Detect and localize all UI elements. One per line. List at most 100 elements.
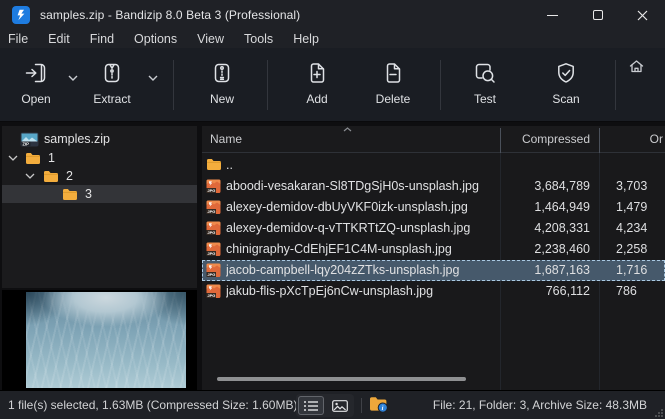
file-compressed-size: 1,687,163: [442, 260, 590, 281]
svg-text:JPG: JPG: [207, 251, 215, 256]
home-button[interactable]: [628, 58, 648, 78]
test-button[interactable]: Test: [455, 58, 515, 116]
file-original-size: 4,234: [616, 218, 665, 239]
new-archive-icon: [209, 58, 235, 88]
extract-button[interactable]: Extract: [84, 58, 140, 116]
file-row[interactable]: JPG alexey-demidov-dbUyVKF0izk-unsplash.…: [202, 197, 665, 218]
extract-icon: [99, 58, 125, 88]
folder-tree-panel: ZIP samples.zip 1 2: [2, 126, 197, 288]
titlebar: samples.zip - Bandizip 8.0 Beta 3 (Profe…: [0, 0, 665, 30]
list-view-icon: [303, 400, 319, 412]
maximize-button[interactable]: [575, 0, 620, 30]
file-original-size: 786: [616, 281, 665, 302]
file-compressed-size: 766,112: [442, 281, 590, 302]
file-name: jakub-flis-pXcTpEj6nCw-unsplash.jpg: [226, 281, 433, 302]
svg-text:JPG: JPG: [207, 293, 215, 298]
tree-item-label: samples.zip: [44, 132, 110, 146]
preview-image: [26, 292, 186, 388]
menu-options[interactable]: Options: [124, 30, 187, 48]
jpg-file-icon: JPG: [206, 242, 221, 257]
toolbar-separator: [267, 60, 268, 110]
tree-item-label: 2: [66, 169, 73, 183]
menu-tools[interactable]: Tools: [234, 30, 283, 48]
folder-properties-button[interactable]: i: [369, 396, 388, 413]
selection-info: 1 file(s) selected, 1.63MB (Compressed S…: [8, 391, 296, 419]
jpg-file-icon: JPG: [206, 263, 221, 278]
folder-icon: [43, 170, 59, 183]
jpg-file-icon: JPG: [206, 200, 221, 215]
column-divider[interactable]: [500, 128, 501, 153]
new-archive-button[interactable]: New: [192, 58, 252, 116]
tree-item-folder-2[interactable]: 2: [2, 167, 197, 185]
file-name: alexey-demidov-dbUyVKF0izk-unsplash.jpg: [226, 197, 468, 218]
file-compressed-size: 3,684,789: [442, 176, 590, 197]
tree-item-folder-1[interactable]: 1: [2, 149, 197, 167]
scan-button[interactable]: Scan: [536, 58, 596, 116]
column-divider[interactable]: [599, 128, 600, 153]
horizontal-scrollbar-thumb[interactable]: [217, 377, 466, 381]
image-view-button[interactable]: [327, 396, 353, 415]
add-file-icon: [304, 58, 330, 88]
scan-button-label: Scan: [552, 92, 579, 106]
tree-item-label: 3: [85, 187, 92, 201]
svg-text:ZIP: ZIP: [22, 141, 29, 146]
list-view-button[interactable]: [298, 396, 324, 415]
file-compressed-size: 4,208,331: [442, 218, 590, 239]
test-archive-icon: [472, 58, 498, 88]
svg-text:i: i: [382, 405, 384, 412]
file-compressed-size: 2,238,460: [442, 239, 590, 260]
file-row[interactable]: JPG aboodi-vesakaran-Sl8TDgSjH0s-unsplas…: [202, 176, 665, 197]
file-row[interactable]: JPG alexey-demidov-q-vTTKRTtZQ-unsplash.…: [202, 218, 665, 239]
file-original-size: 1,716: [616, 260, 665, 281]
file-original-size: 1,479: [616, 197, 665, 218]
minimize-button[interactable]: [530, 0, 575, 30]
menu-help[interactable]: Help: [283, 30, 329, 48]
column-header-compressed[interactable]: Compressed: [442, 126, 590, 153]
file-original-size: 3,703: [616, 176, 665, 197]
menu-edit[interactable]: Edit: [38, 30, 80, 48]
menu-file[interactable]: File: [8, 30, 38, 48]
home-icon: [628, 58, 645, 75]
jpg-file-icon: JPG: [206, 284, 221, 299]
view-toggle-group: [296, 394, 354, 417]
open-button-label: Open: [21, 92, 50, 106]
file-name: alexey-demidov-q-vTTKRTtZQ-unsplash.jpg: [226, 218, 470, 239]
close-icon: [637, 10, 648, 21]
file-row-parent-dir[interactable]: ..: [202, 155, 665, 176]
toolbar-separator: [173, 60, 174, 110]
open-archive-icon: [23, 58, 49, 88]
chevron-down-icon[interactable]: [25, 173, 35, 179]
chevron-down-icon[interactable]: [8, 155, 18, 161]
extract-button-label: Extract: [93, 92, 130, 106]
menu-view[interactable]: View: [187, 30, 234, 48]
maximize-icon: [593, 10, 603, 20]
file-list-panel: Name Compressed Or .. JPG aboodi-vesakar…: [202, 126, 665, 390]
close-button[interactable]: [620, 0, 665, 30]
svg-text:JPG: JPG: [207, 272, 215, 277]
bandizip-window: samples.zip - Bandizip 8.0 Beta 3 (Profe…: [0, 0, 665, 419]
file-compressed-size: 1,464,949: [442, 197, 590, 218]
column-header-name[interactable]: Name: [210, 126, 242, 153]
open-dropdown-chevron-icon[interactable]: [65, 70, 81, 86]
test-button-label: Test: [474, 92, 496, 106]
tree-item-samples-zip[interactable]: ZIP samples.zip: [2, 130, 197, 148]
column-header-original[interactable]: Or: [616, 126, 663, 153]
file-name: aboodi-vesakaran-Sl8TDgSjH0s-unsplash.jp…: [226, 176, 479, 197]
extract-dropdown-chevron-icon[interactable]: [145, 70, 161, 86]
file-row[interactable]: JPG jakub-flis-pXcTpEj6nCw-unsplash.jpg …: [202, 281, 665, 302]
svg-text:JPG: JPG: [207, 209, 215, 214]
file-row-selected[interactable]: JPG jacob-campbell-lqy204zZTks-unsplash.…: [202, 260, 665, 281]
svg-text:JPG: JPG: [207, 230, 215, 235]
tree-item-folder-3[interactable]: 3: [2, 185, 197, 203]
menu-find[interactable]: Find: [80, 30, 124, 48]
file-name: ..: [226, 155, 233, 176]
new-archive-button-label: New: [210, 92, 234, 106]
file-row[interactable]: JPG chinigraphy-CdEhjEF1C4M-unsplash.jpg…: [202, 239, 665, 260]
delete-button[interactable]: Delete: [363, 58, 423, 116]
file-name: chinigraphy-CdEhjEF1C4M-unsplash.jpg: [226, 239, 452, 260]
statusbar-separator: [361, 398, 362, 413]
add-button[interactable]: Add: [287, 58, 347, 116]
open-button[interactable]: Open: [8, 58, 64, 116]
delete-file-icon: [380, 58, 406, 88]
resize-grip[interactable]: [653, 407, 664, 418]
